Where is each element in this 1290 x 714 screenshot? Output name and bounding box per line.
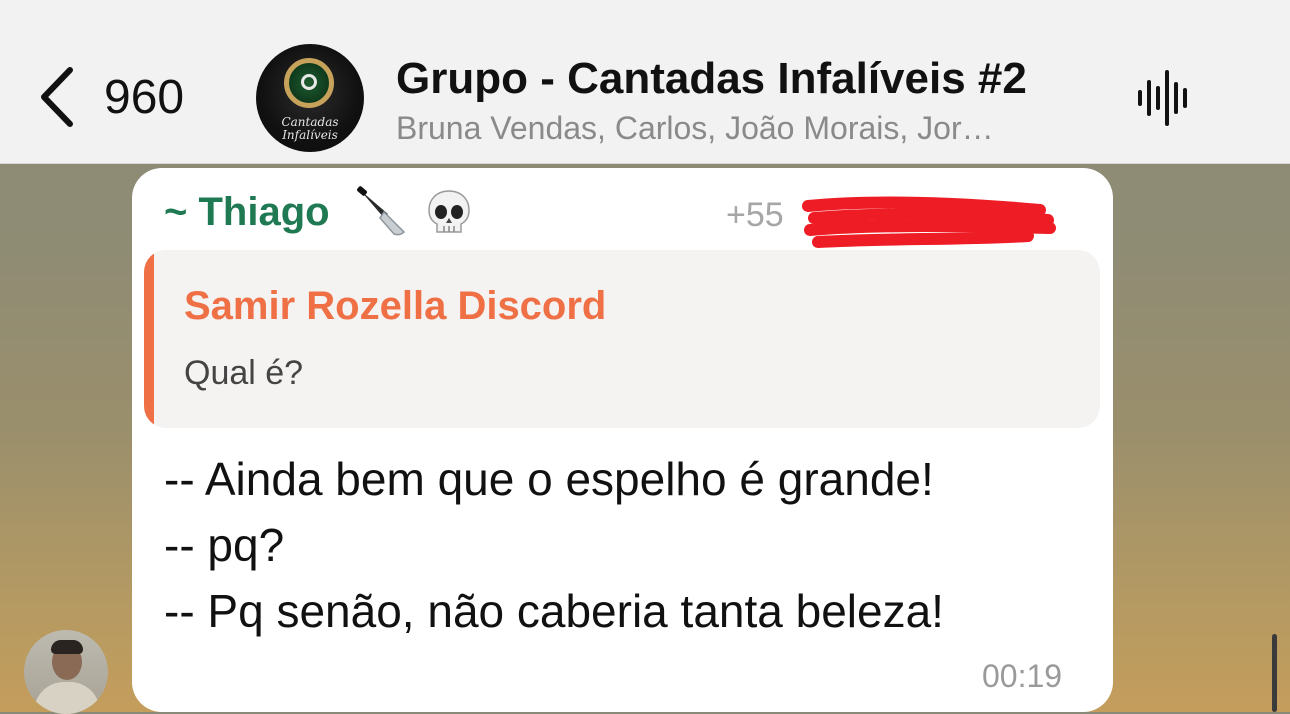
reply-quote[interactable]: Samir Rozella Discord Qual é? [144,250,1100,428]
message-time: 00:19 [982,658,1063,694]
whatsapp-logo-icon [284,58,334,108]
avatar-shirt [34,682,100,714]
unread-count[interactable]: 960 [104,70,184,125]
message-line: -- Ainda bem que o espelho é grande! [164,453,934,505]
reply-accent-bar [144,250,154,428]
message-line: -- Pq senão, não caberia tanta beleza! [164,585,944,637]
chat-header: 960 Cantadas Infalíveis Grupo - Cantadas… [0,0,1290,164]
group-title[interactable]: Grupo - Cantadas Infalíveis #2 [396,54,1027,104]
group-avatar-label: Cantadas Infalíveis [281,115,339,142]
voice-chat-icon[interactable] [1134,68,1194,128]
message-line: -- pq? [164,519,285,571]
skull-icon [428,190,470,233]
sender-name[interactable]: ~ Thiago [164,190,330,235]
group-members[interactable]: Bruna Vendas, Carlos, João Morais, Jor… [396,110,994,147]
phone-prefix: +55 [726,196,784,234]
knife-icon [357,186,406,236]
back-chevron-icon[interactable] [36,66,76,128]
reply-text: Qual é? [184,354,304,392]
group-avatar[interactable]: Cantadas Infalíveis [256,44,364,152]
avatar-hair [51,640,83,654]
reply-author: Samir Rozella Discord [184,284,607,328]
scrollbar[interactable] [1272,634,1277,712]
sender-avatar[interactable] [24,630,108,714]
